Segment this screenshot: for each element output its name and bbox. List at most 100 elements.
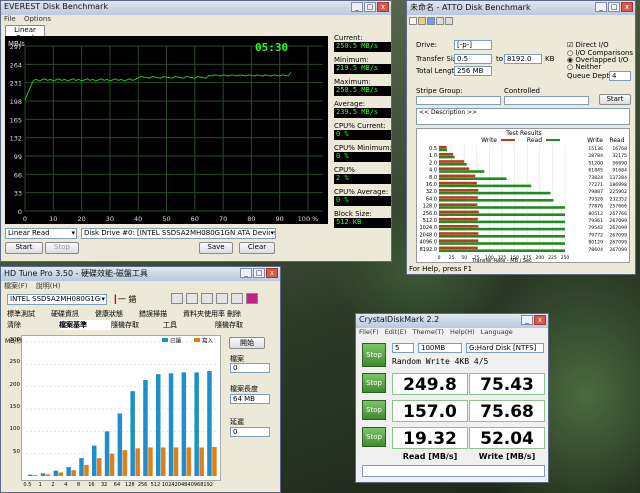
stop-button[interactable]: Stop (362, 427, 386, 447)
test-status: Random Write 4KB 4/5 (392, 357, 489, 366)
stripe-group-select[interactable] (416, 96, 501, 105)
clear-button[interactable]: Clear (239, 242, 275, 254)
x-tick-label: 250 (561, 255, 570, 261)
count-select[interactable]: 5 (392, 343, 414, 353)
read-bar (79, 458, 84, 476)
new-icon[interactable] (409, 17, 417, 25)
drive-select[interactable]: Disk Drive #0: [INTEL SSDSA2MH080G1GN AT… (81, 228, 276, 239)
save-icon[interactable] (427, 17, 435, 25)
controlled-select[interactable] (504, 96, 589, 105)
menu-item-2[interactable]: Theme(T) (412, 328, 443, 336)
atto-drive-select[interactable]: [-p-] (454, 40, 492, 50)
tab-row1-3[interactable]: 錯誤掃描 (139, 309, 183, 319)
read-legend-label: 已讀 (170, 337, 182, 345)
minimize-button[interactable]: _ (240, 268, 252, 278)
stat-value: 250.5 MB/s (334, 42, 391, 52)
minimize-button[interactable]: _ (521, 315, 533, 325)
tab-row2-1[interactable]: 檔案基準 (59, 320, 111, 330)
minimize-button[interactable]: _ (351, 2, 363, 12)
delay-input[interactable]: 0 (230, 427, 270, 437)
temperature-readout: ┃一 錯 (113, 294, 136, 305)
test-select[interactable]: Linear Read ▾ (5, 228, 77, 239)
transfer-to-select[interactable]: 8192.0 (504, 54, 542, 64)
menu-item-1[interactable]: Edit(E) (385, 328, 407, 336)
save-button[interactable]: Save (199, 242, 233, 254)
tab-row2-2[interactable]: 隨機存取 (111, 320, 163, 330)
read-bar (439, 249, 565, 252)
x-tick-label: 50 (461, 255, 467, 261)
menu-item-3[interactable]: Help(H) (450, 328, 475, 336)
read-value: 267099 (609, 240, 627, 246)
start-button[interactable]: Start (5, 242, 43, 254)
write-bar (439, 203, 478, 206)
write-value: 79328 (588, 196, 603, 202)
menu-file[interactable]: File (4, 15, 16, 23)
tab-row1-1[interactable]: 硬碟資訊 (51, 309, 95, 319)
neither-radio[interactable]: ○ Neither (567, 63, 601, 71)
tab-linear-read[interactable]: Linear Read (5, 25, 45, 42)
close-button[interactable]: x (377, 2, 389, 12)
read-value: 16768 (612, 146, 627, 152)
queue-depth-select[interactable]: 4 (609, 71, 631, 81)
menu-item-4[interactable]: Language (481, 328, 513, 336)
size-label: 2048.0 (420, 232, 438, 238)
stop-button[interactable]: Stop (362, 400, 386, 420)
group3-label: 延遲 (230, 418, 244, 426)
write-value: 78604 (588, 247, 603, 253)
print-icon[interactable] (436, 17, 444, 25)
minimize-button[interactable]: _ (595, 2, 607, 12)
read-bar (194, 372, 199, 476)
x-tick-label: 8192 (200, 482, 213, 488)
tab-row2-0[interactable]: 清除 (7, 320, 59, 330)
write-bar (439, 232, 479, 235)
tab-row1-5[interactable]: 刪除 (227, 309, 271, 319)
maximize-button[interactable]: □ (364, 2, 376, 12)
write-value: 51200 (588, 160, 603, 166)
copy-icon[interactable] (171, 293, 183, 304)
y-tick-label: 198 (10, 98, 22, 106)
screenshot-icon[interactable] (201, 293, 213, 304)
maximize-button[interactable]: □ (253, 268, 265, 278)
file-length-select[interactable]: 64 MB (230, 394, 270, 404)
total-length-select[interactable]: 256 MB (454, 66, 492, 76)
tab-row1-4[interactable]: 資料夾使用率 (183, 309, 227, 319)
y-tick-label: 50 (13, 448, 20, 455)
x-tick-label: 20 (77, 215, 85, 223)
hdtune-drive-select[interactable]: INTEL SSDSA2MH080G1GN (80 GB)▾ (7, 294, 107, 305)
maximize-button[interactable]: □ (608, 2, 620, 12)
exit-icon[interactable] (246, 293, 258, 304)
drive-select[interactable]: G:Hard Disk [NTFS] (466, 343, 544, 353)
read-bar (156, 374, 161, 476)
transfer-from-select[interactable]: 0.5 (454, 54, 492, 64)
open-icon[interactable] (418, 17, 426, 25)
save-icon[interactable] (186, 293, 198, 304)
menu-help[interactable]: 說明(H) (36, 282, 61, 290)
stop-button[interactable]: Stop (45, 242, 79, 254)
size-label: 256.0 (423, 211, 437, 217)
comment-input[interactable] (362, 465, 545, 477)
x-tick-label: 0.5 (23, 482, 32, 488)
atto-start-button[interactable]: Start (599, 94, 631, 105)
menu-item-0[interactable]: File(F) (359, 328, 379, 336)
direct-io-checkbox[interactable]: ☑ Direct I/O (567, 41, 609, 49)
size-select[interactable]: 100MB (418, 343, 462, 353)
group1-select[interactable]: 0 (230, 363, 270, 373)
menu-options[interactable]: Options (24, 15, 51, 23)
close-button[interactable]: x (266, 268, 278, 278)
help-icon[interactable] (445, 17, 453, 25)
close-button[interactable]: x (534, 315, 546, 325)
tab-row2-3[interactable]: 工具 (163, 320, 215, 330)
description-box[interactable]: << Description >> (416, 108, 630, 125)
stop-button[interactable]: Stop (362, 373, 386, 393)
tab-row2-4[interactable]: 隨機存取 (215, 320, 267, 330)
tab-row1-0[interactable]: 標準測試 (7, 309, 51, 319)
read-bar (439, 170, 485, 173)
hdtune-start-button[interactable]: 開始 (229, 337, 265, 349)
menu-file[interactable]: 檔案(F) (4, 282, 28, 290)
tab-row1-2[interactable]: 健康狀態 (95, 309, 139, 319)
atto-results-chart: Test ResultsWrite Read Write Read0 25 50 75 100… (420, 130, 628, 264)
options-icon[interactable] (216, 293, 228, 304)
close-button[interactable]: x (621, 2, 633, 12)
write-column-header: Write (587, 137, 603, 144)
info-icon[interactable] (231, 293, 243, 304)
